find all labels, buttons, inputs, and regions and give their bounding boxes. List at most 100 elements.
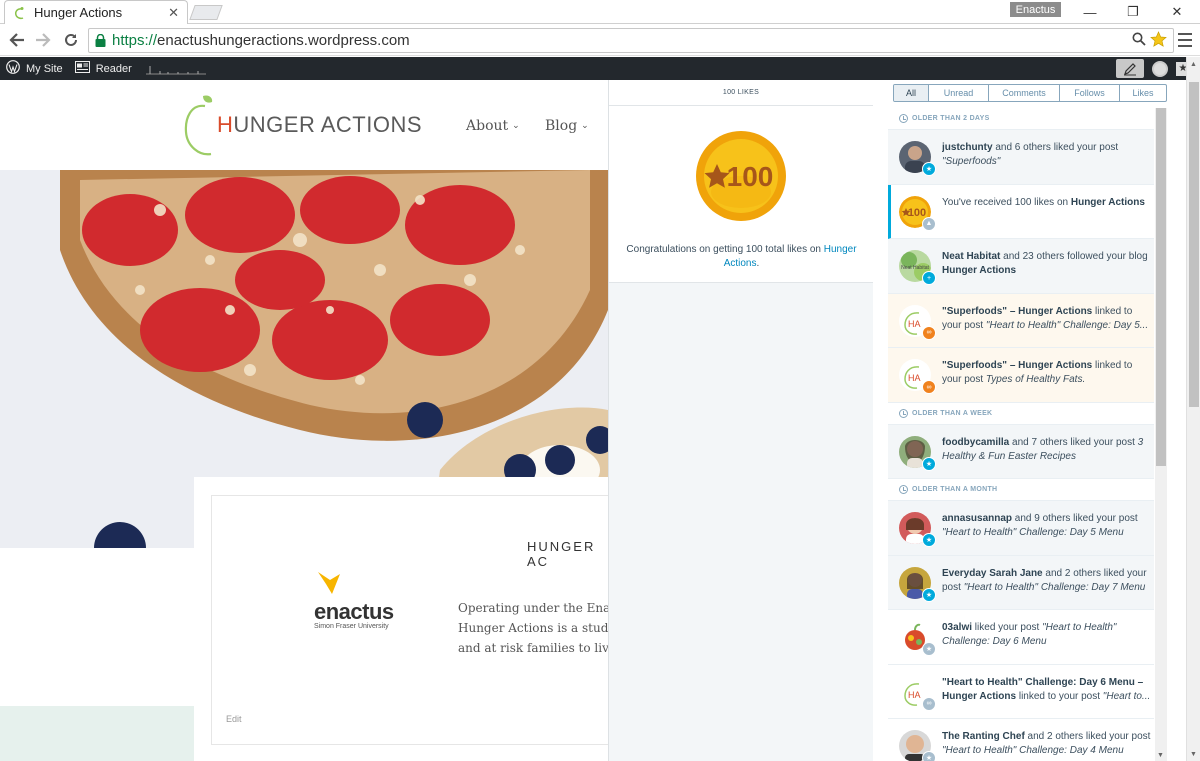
apple-logo-icon bbox=[184, 95, 213, 156]
thumbs-up-icon: ▲ bbox=[922, 216, 936, 231]
notification-detail-pane: 100 LIKES 100 Congratulations on getting… bbox=[608, 80, 873, 761]
clock-icon bbox=[899, 114, 908, 123]
notification-item[interactable]: HA ∞ "Superfoods" – Hunger Actions linke… bbox=[888, 293, 1154, 348]
star-icon: ★ bbox=[922, 642, 936, 656]
reader-link[interactable]: Reader bbox=[69, 61, 138, 76]
notification-item[interactable]: ★ The Ranting Chef and 2 others liked yo… bbox=[888, 719, 1154, 761]
chevron-down-icon: ⌄ bbox=[512, 121, 520, 131]
enactus-subtitle: Simon Fraser University bbox=[314, 623, 389, 630]
star-icon: ★ bbox=[922, 533, 936, 547]
browser-tabstrip: Hunger Actions ✕ Enactus — ❐ ✕ bbox=[0, 0, 1200, 24]
notification-item[interactable]: 100 ▲ You've received 100 likes on Hunge… bbox=[888, 184, 1154, 239]
write-post-icon[interactable] bbox=[1116, 59, 1144, 78]
badge-number: 100 bbox=[727, 161, 774, 192]
filter-likes[interactable]: Likes bbox=[1119, 85, 1166, 101]
site-favicon-icon bbox=[13, 6, 27, 20]
notification-item[interactable]: ★ Everyday Sarah Jane and 2 others liked… bbox=[888, 555, 1154, 610]
chevron-down-icon: ⌄ bbox=[581, 121, 589, 131]
notification-text: "Superfoods" – Hunger Actions linked to … bbox=[942, 360, 1133, 385]
scroll-up-icon[interactable]: ▲ bbox=[1190, 61, 1197, 68]
star-icon: ★ bbox=[922, 587, 936, 602]
profile-button[interactable]: Enactus bbox=[1010, 2, 1061, 17]
section-header: OLDER THAN A MONTH bbox=[888, 479, 1154, 501]
page-scrollbar[interactable]: ▲ ▼ bbox=[1186, 57, 1200, 761]
browser-menu-icon[interactable] bbox=[1178, 33, 1192, 47]
section-header: OLDER THAN A WEEK bbox=[888, 402, 1154, 425]
scroll-down-icon[interactable]: ▼ bbox=[1157, 752, 1164, 759]
filter-all[interactable]: All bbox=[894, 85, 928, 101]
my-site-label: My Site bbox=[26, 62, 63, 75]
notification-text: "Heart to Health" Challenge: Day 6 Menu … bbox=[942, 676, 1151, 702]
star-icon: ★ bbox=[922, 751, 936, 761]
notification-text: 03alwi liked your post "Heart to Health"… bbox=[942, 622, 1117, 647]
svg-text:HA: HA bbox=[908, 319, 921, 329]
notification-item[interactable]: HA ∞ "Heart to Health" Challenge: Day 6 … bbox=[888, 664, 1154, 719]
restore-icon[interactable]: ❐ bbox=[1113, 0, 1153, 24]
notes-scrollbar[interactable]: ▼ bbox=[1155, 108, 1167, 761]
minimize-icon[interactable]: — bbox=[1070, 0, 1110, 24]
back-arrow-icon[interactable] bbox=[7, 30, 27, 50]
url-host: enactushungeractions.wordpress.com bbox=[157, 32, 410, 49]
notification-text: Everyday Sarah Jane and 2 others liked y… bbox=[942, 567, 1147, 593]
star-icon: ★ bbox=[922, 162, 936, 176]
notification-item[interactable]: Neat Habitat + Neat Habitat and 23 other… bbox=[888, 239, 1154, 294]
nav-blog[interactable]: Blog ⌄ bbox=[545, 118, 589, 134]
clock-icon bbox=[899, 485, 908, 494]
url-scheme: https:// bbox=[112, 32, 158, 49]
browser-toolbar: https://enactushungeractions.wordpress.c… bbox=[0, 25, 1200, 56]
wp-admin-bar: My Site Reader ★ bbox=[0, 57, 1200, 80]
reader-label: Reader bbox=[95, 62, 132, 75]
notification-filter-bar: All Unread Comments Follows Likes bbox=[893, 84, 1167, 102]
scroll-down-icon[interactable]: ▼ bbox=[1190, 751, 1197, 758]
link-icon: ∞ bbox=[922, 380, 936, 394]
notification-text: "Superfoods" – Hunger Actions linked to … bbox=[942, 305, 1149, 331]
content-heading: HUNGER AC bbox=[527, 539, 596, 569]
my-site-link[interactable]: My Site bbox=[0, 60, 69, 77]
svg-text:100: 100 bbox=[908, 207, 926, 219]
scrollbar-thumb[interactable] bbox=[1156, 108, 1166, 466]
about-text: Operating under the Enactus Hunger Actio… bbox=[458, 601, 608, 655]
stats-sparkline[interactable] bbox=[145, 62, 206, 76]
notification-item[interactable]: HA ∞ "Superfoods" – Hunger Actions linke… bbox=[888, 348, 1154, 403]
forward-arrow-icon[interactable] bbox=[33, 30, 53, 50]
site-logo[interactable]: HUNGER ACTIONS bbox=[183, 92, 422, 158]
notification-text: Neat Habitat and 23 others followed your… bbox=[942, 251, 1148, 276]
search-icon[interactable] bbox=[1132, 32, 1146, 49]
nav-about[interactable]: About ⌄ bbox=[466, 118, 520, 134]
notification-text: foodbycamilla and 7 others liked your po… bbox=[942, 436, 1144, 462]
notification-item[interactable]: ★ annasusannap and 9 others liked your p… bbox=[888, 501, 1154, 556]
new-tab-button[interactable] bbox=[189, 5, 223, 20]
footer-green-panel bbox=[0, 706, 194, 761]
enactus-wordmark: enactus bbox=[314, 599, 394, 624]
filter-comments[interactable]: Comments bbox=[988, 85, 1059, 101]
address-bar[interactable]: https://enactushungeractions.wordpress.c… bbox=[88, 28, 1174, 53]
edit-link[interactable]: Edit bbox=[226, 714, 242, 724]
notification-text: You've received 100 likes on Hunger Acti… bbox=[942, 196, 1145, 208]
reload-icon[interactable] bbox=[61, 30, 81, 50]
bookmark-star-icon[interactable] bbox=[1150, 30, 1167, 51]
site-title: HUNGER ACTIONS bbox=[217, 112, 423, 137]
link-icon: ∞ bbox=[922, 696, 936, 711]
section-header: OLDER THAN 2 DAYS bbox=[888, 108, 1154, 130]
detail-body: 100 Congratulations on getting 100 total… bbox=[609, 106, 873, 283]
tab-close-icon[interactable]: ✕ bbox=[168, 5, 179, 21]
filter-follows[interactable]: Follows bbox=[1059, 85, 1119, 101]
close-window-icon[interactable]: ✕ bbox=[1157, 0, 1197, 24]
notification-item[interactable]: ★ foodbycamilla and 7 others liked your … bbox=[888, 424, 1154, 479]
user-avatar[interactable] bbox=[1152, 60, 1168, 77]
notification-item[interactable]: ★ 03alwi liked your post "Heart to Healt… bbox=[888, 610, 1154, 665]
filter-unread[interactable]: Unread bbox=[928, 85, 988, 101]
notification-item[interactable]: ★ justchunty and 6 others liked your pos… bbox=[888, 130, 1154, 185]
reader-icon bbox=[74, 61, 90, 76]
detail-header: 100 LIKES bbox=[609, 80, 873, 106]
browser-tab[interactable]: Hunger Actions ✕ bbox=[4, 0, 188, 24]
enactus-arrow-icon bbox=[318, 572, 340, 594]
site-header: HUNGER ACTIONS About ⌄ Blog ⌄ bbox=[0, 80, 608, 170]
svg-text:HA: HA bbox=[908, 373, 921, 383]
clock-icon bbox=[899, 408, 908, 418]
wordpress-logo-icon bbox=[6, 60, 20, 77]
100-likes-badge: 100 bbox=[696, 131, 786, 221]
page-scrollbar-thumb[interactable] bbox=[1189, 82, 1199, 407]
notes-scroll-area: OLDER THAN 2 DAYS ★ justchunty and 6 oth… bbox=[888, 108, 1154, 761]
notification-text: The Ranting Chef and 2 others liked your… bbox=[942, 731, 1151, 756]
